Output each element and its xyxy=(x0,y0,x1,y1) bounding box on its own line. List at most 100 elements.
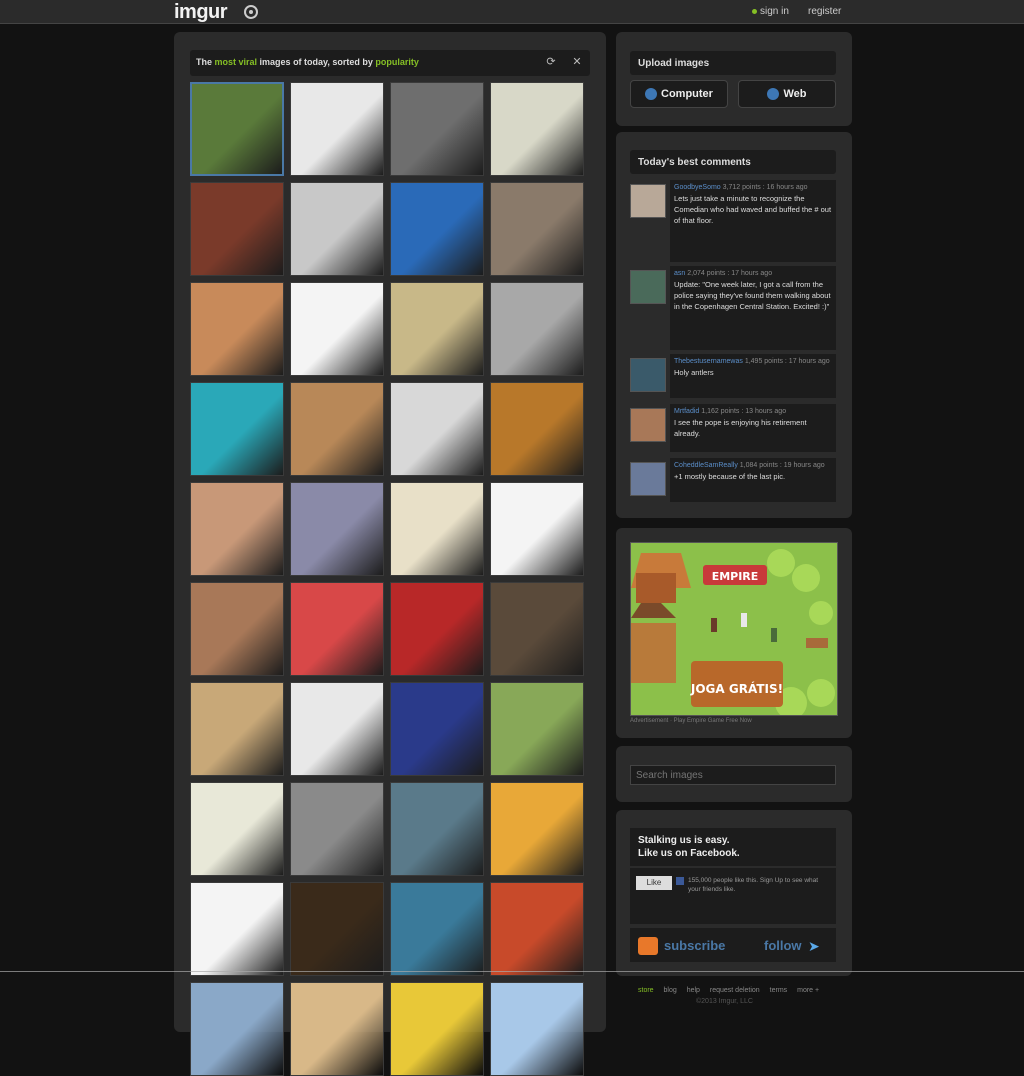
avatar[interactable] xyxy=(630,270,666,304)
follow-link[interactable]: follow xyxy=(764,938,802,953)
footer-link-blog[interactable]: blog xyxy=(664,987,677,994)
register-link[interactable]: register xyxy=(808,6,841,17)
rss-icon[interactable] xyxy=(638,937,658,955)
upload-web-label: Web xyxy=(783,88,807,100)
gallery-thumbnail[interactable] xyxy=(190,682,284,776)
gallery-thumbnail[interactable] xyxy=(390,82,484,176)
gallery-thumbnail[interactable] xyxy=(190,782,284,876)
comment-user[interactable]: Mrtfadid xyxy=(674,408,699,415)
facebook-like-box: Like 155,000 people like this. Sign Up t… xyxy=(630,868,836,924)
advertisement-image[interactable]: EMPIRE JOGA GRÁTIS! xyxy=(630,542,838,716)
comment-user[interactable]: Thebestusernamewas xyxy=(674,358,743,365)
sort-popularity-link[interactable]: popularity xyxy=(375,57,419,67)
gallery-thumbnail[interactable] xyxy=(190,282,284,376)
gallery-thumbnail[interactable] xyxy=(290,82,384,176)
footer-link-help[interactable]: help xyxy=(687,987,700,994)
gallery-thumbnail[interactable] xyxy=(290,882,384,976)
globe-icon xyxy=(767,88,780,101)
subscribe-link[interactable]: subscribe xyxy=(664,938,725,953)
upload-computer-button[interactable]: Computer xyxy=(630,80,728,108)
facebook-like-text: 155,000 people like this. Sign Up to see… xyxy=(688,877,819,893)
sign-in-link[interactable]: sign in xyxy=(752,6,789,17)
divider xyxy=(0,971,1024,972)
footer-link-terms[interactable]: terms xyxy=(770,987,788,994)
computer-icon xyxy=(645,88,658,101)
gallery-heading-text: The most viral images of today, sorted b… xyxy=(196,57,419,67)
gallery-thumbnail[interactable] xyxy=(390,982,484,1076)
comment-meta: 1,084 points : 19 hours ago xyxy=(739,462,825,469)
footer-link-request-deletion[interactable]: request deletion xyxy=(710,987,760,994)
gallery-thumbnail[interactable] xyxy=(190,882,284,976)
gallery-thumbnail[interactable] xyxy=(490,182,584,276)
twitter-bird-icon[interactable]: ➤ xyxy=(808,938,820,955)
gallery-thumbnail[interactable] xyxy=(390,882,484,976)
gallery-thumbnail[interactable] xyxy=(190,582,284,676)
gallery-thumbnail[interactable] xyxy=(290,782,384,876)
search-input[interactable] xyxy=(630,765,836,785)
gallery-thumbnail[interactable] xyxy=(490,682,584,776)
footer: store blog help request deletion terms m… xyxy=(638,987,827,1005)
ad-panel: EMPIRE JOGA GRÁTIS! Advertisement · Play… xyxy=(616,528,852,738)
refresh-icon[interactable]: ⟳ xyxy=(544,55,558,69)
social-title-line1: Stalking us is easy. xyxy=(638,835,730,846)
gallery-thumbnail[interactable] xyxy=(390,582,484,676)
gallery-thumbnail[interactable] xyxy=(290,282,384,376)
gallery-thumbnail[interactable] xyxy=(290,682,384,776)
gallery-thumbnail[interactable] xyxy=(390,182,484,276)
gallery-thumbnail[interactable] xyxy=(490,782,584,876)
gallery-thumbnail[interactable] xyxy=(490,982,584,1076)
gallery-thumbnail[interactable] xyxy=(490,382,584,476)
upload-title: Upload images xyxy=(630,51,836,75)
imgur-logo[interactable]: imgur xyxy=(174,1,228,24)
ad-artwork: EMPIRE JOGA GRÁTIS! xyxy=(631,543,837,715)
gallery-thumbnail[interactable] xyxy=(290,582,384,676)
ad-caption[interactable]: Advertisement · Play Empire Game Free No… xyxy=(630,718,752,724)
gallery-thumbnail[interactable] xyxy=(390,682,484,776)
comment-meta: 1,495 points : 17 hours ago xyxy=(744,358,830,365)
gallery-panel: The most viral images of today, sorted b… xyxy=(174,32,606,1076)
gallery-thumbnail[interactable] xyxy=(490,282,584,376)
subscribe-follow-box: subscribe follow ➤ xyxy=(630,928,836,962)
gallery-thumbnail[interactable] xyxy=(490,882,584,976)
gallery-thumbnail[interactable] xyxy=(390,782,484,876)
upload-web-button[interactable]: Web xyxy=(738,80,836,108)
comments-title: Today's best comments xyxy=(630,150,836,174)
gallery-thumbnail[interactable] xyxy=(390,282,484,376)
comment-text: Lets just take a minute to recognize the… xyxy=(674,194,832,225)
settings-icon[interactable] xyxy=(244,5,258,19)
avatar[interactable] xyxy=(630,408,666,442)
gallery-thumbnail[interactable] xyxy=(190,982,284,1076)
gallery-thumbnail[interactable] xyxy=(290,382,384,476)
gallery-thumbnail[interactable] xyxy=(290,182,384,276)
top-bar: imgur sign in register xyxy=(0,0,1024,24)
upload-panel: Upload images Computer Web xyxy=(616,32,852,126)
avatar[interactable] xyxy=(630,462,666,496)
comment-user[interactable]: GoodbyeSomo xyxy=(674,184,721,191)
gallery-thumbnail[interactable] xyxy=(490,82,584,176)
upload-computer-label: Computer xyxy=(661,88,713,100)
gallery-thumbnail[interactable] xyxy=(290,982,384,1076)
comment-meta: 1,162 points : 13 hours ago xyxy=(701,408,787,415)
gallery-thumbnail[interactable] xyxy=(190,382,284,476)
ad-cta: JOGA GRÁTIS! xyxy=(690,681,783,696)
gallery-thumbnail[interactable] xyxy=(390,382,484,476)
facebook-like-button[interactable]: Like xyxy=(636,876,672,890)
gallery-thumbnail[interactable] xyxy=(490,482,584,576)
footer-link-more[interactable]: more + xyxy=(797,987,819,994)
comment-user[interactable]: asn xyxy=(674,270,685,277)
avatar[interactable] xyxy=(630,184,666,218)
avatar[interactable] xyxy=(630,358,666,392)
social-title-line2: Like us on Facebook. xyxy=(638,848,740,859)
gallery-thumbnail[interactable] xyxy=(190,182,284,276)
gallery-thumbnail[interactable] xyxy=(190,482,284,576)
most-viral-link[interactable]: most viral xyxy=(215,57,258,67)
gallery-thumbnail[interactable] xyxy=(390,482,484,576)
gallery-thumbnail[interactable] xyxy=(290,482,384,576)
gallery-thumbnail[interactable] xyxy=(490,582,584,676)
gallery-thumbnail[interactable] xyxy=(190,82,284,176)
comment-user[interactable]: CoheddleSamReally xyxy=(674,462,738,469)
footer-link-store[interactable]: store xyxy=(638,987,654,994)
shuffle-icon[interactable]: ✕ xyxy=(570,55,584,69)
search-panel xyxy=(616,746,852,802)
comment-meta: 3,712 points : 16 hours ago xyxy=(722,184,808,191)
